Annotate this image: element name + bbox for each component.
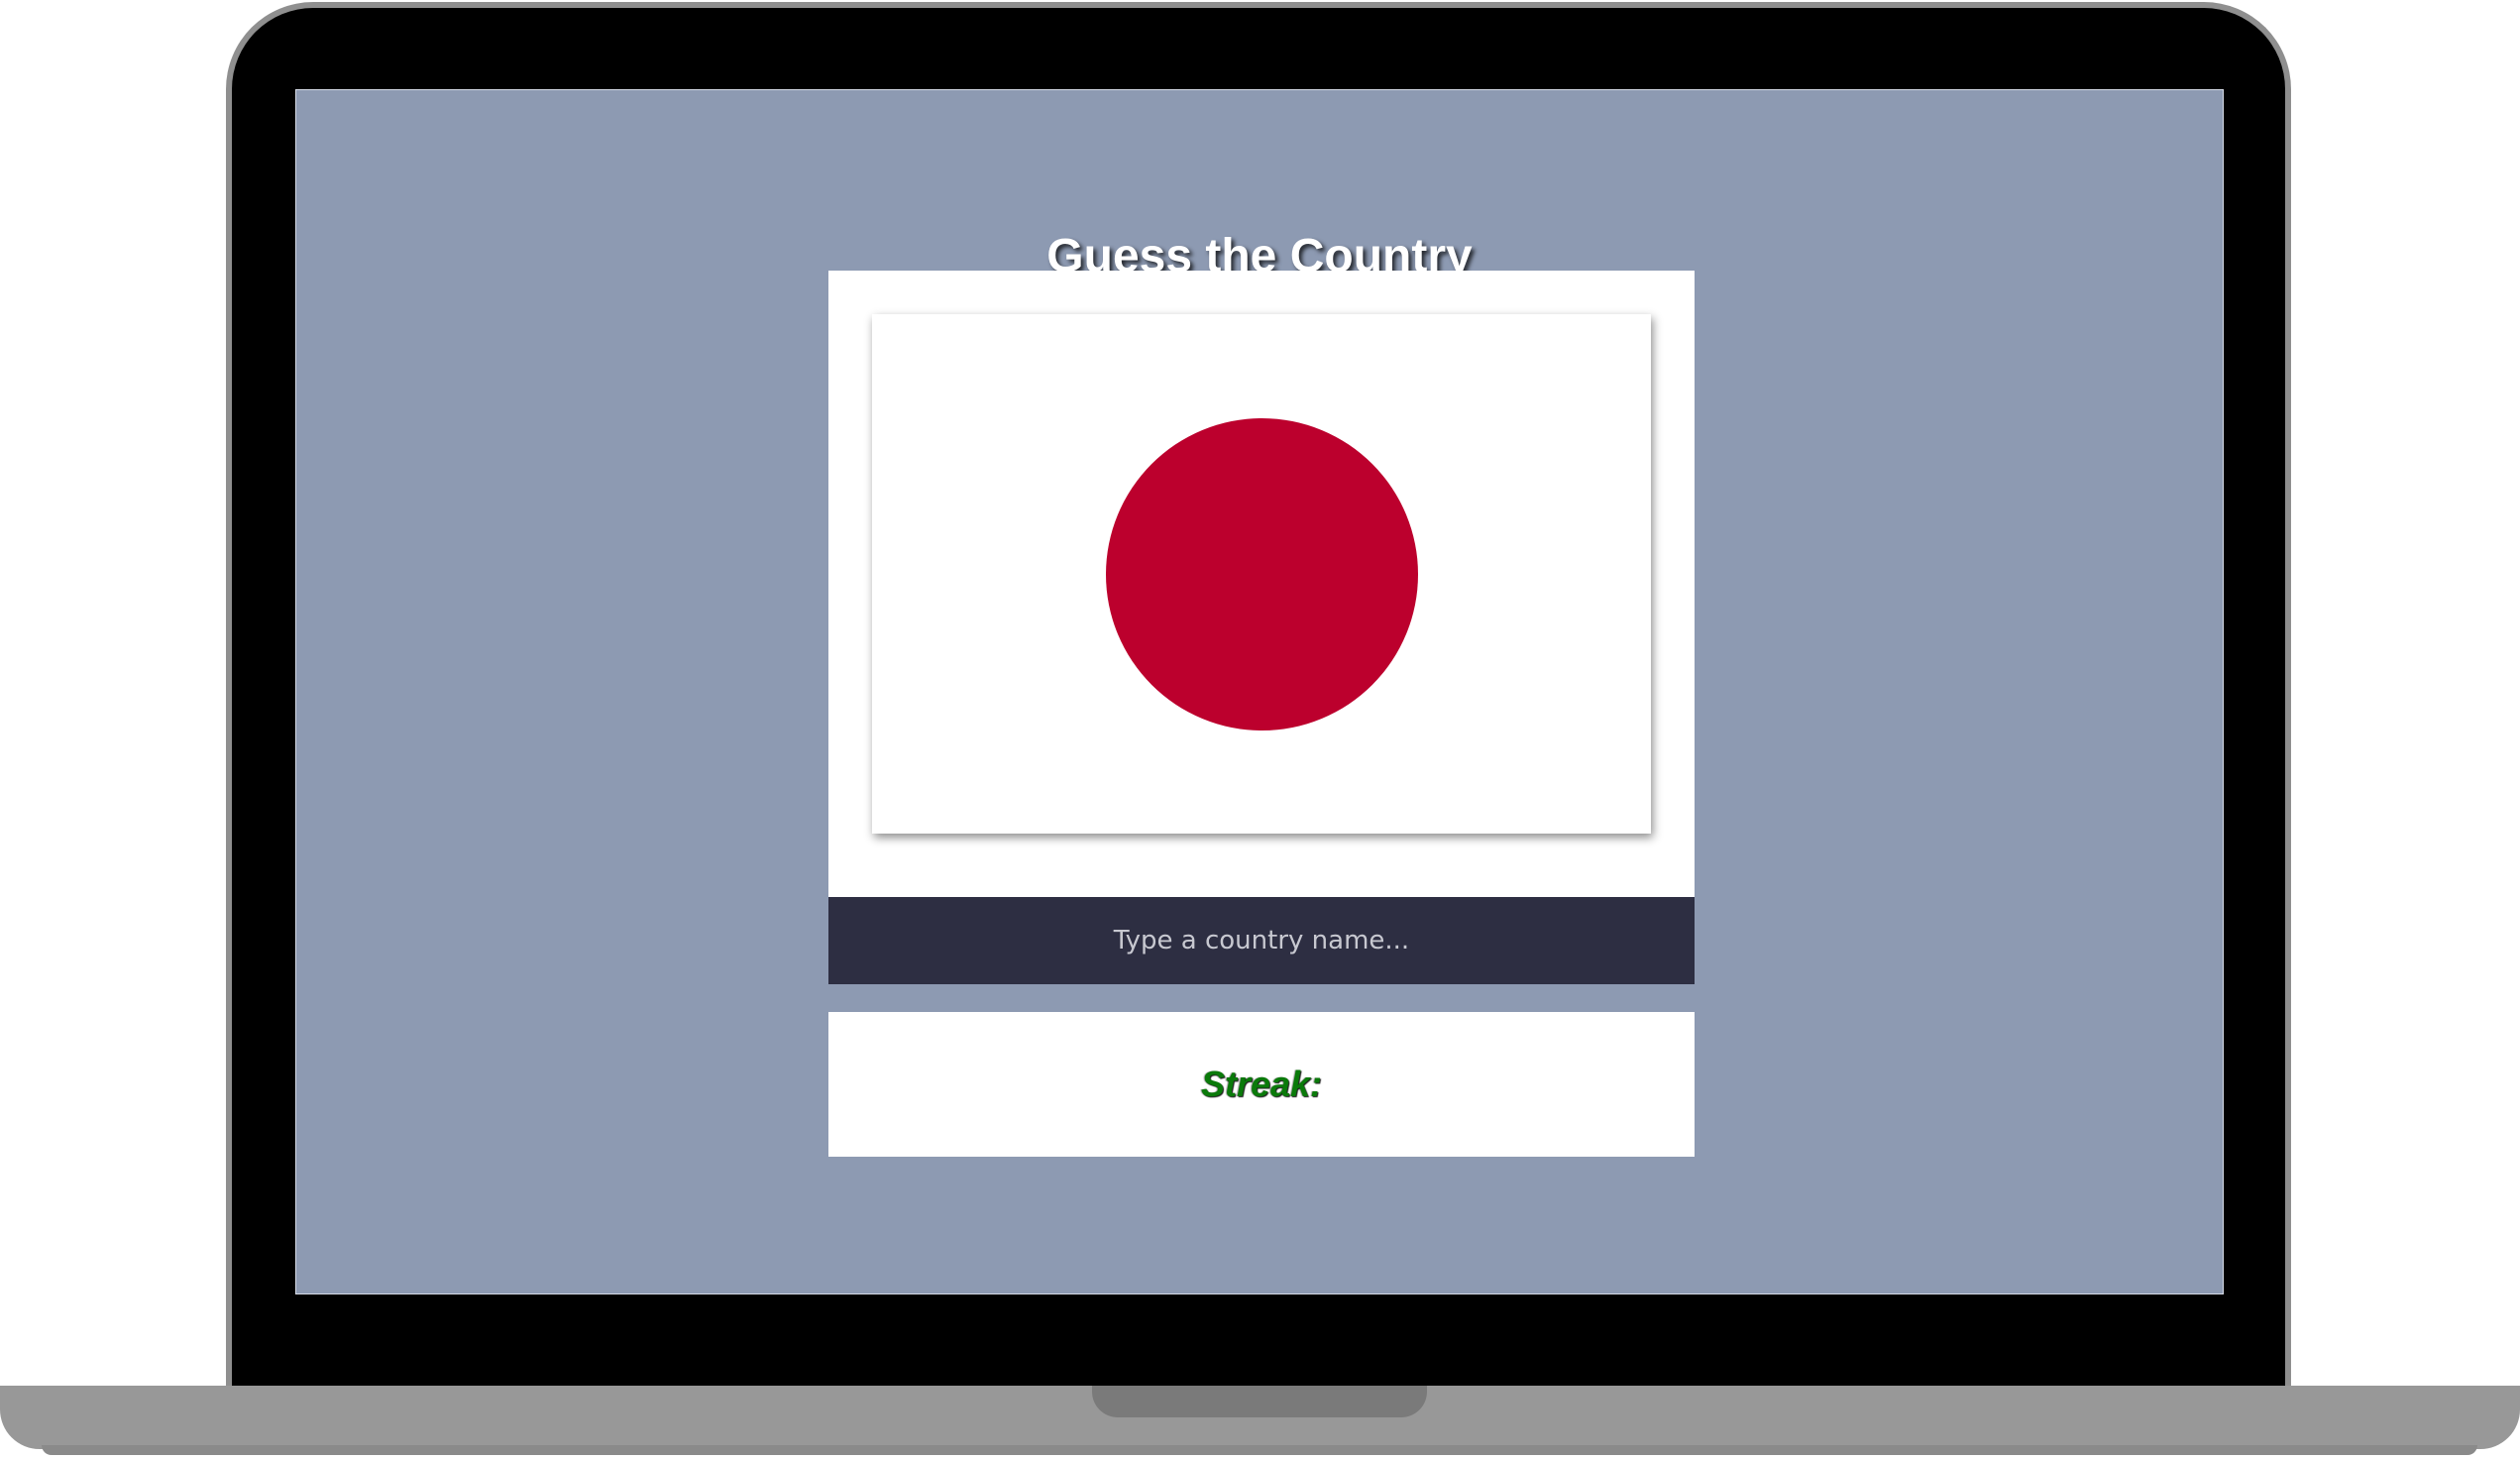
flag-image [872,314,1651,834]
game-card [828,271,1695,984]
streak-label: Streak: [1200,1064,1323,1104]
country-guess-input[interactable] [828,897,1695,984]
laptop-hinge-notch [1092,1386,1427,1417]
streak-panel: Streak: [828,1012,1695,1157]
app-screen: Guess the Country Streak: [295,89,2224,1294]
laptop-mockup: Guess the Country Streak: [0,0,2520,1460]
laptop-base-edge [42,1445,2477,1455]
flag-red-disc [1106,418,1418,730]
